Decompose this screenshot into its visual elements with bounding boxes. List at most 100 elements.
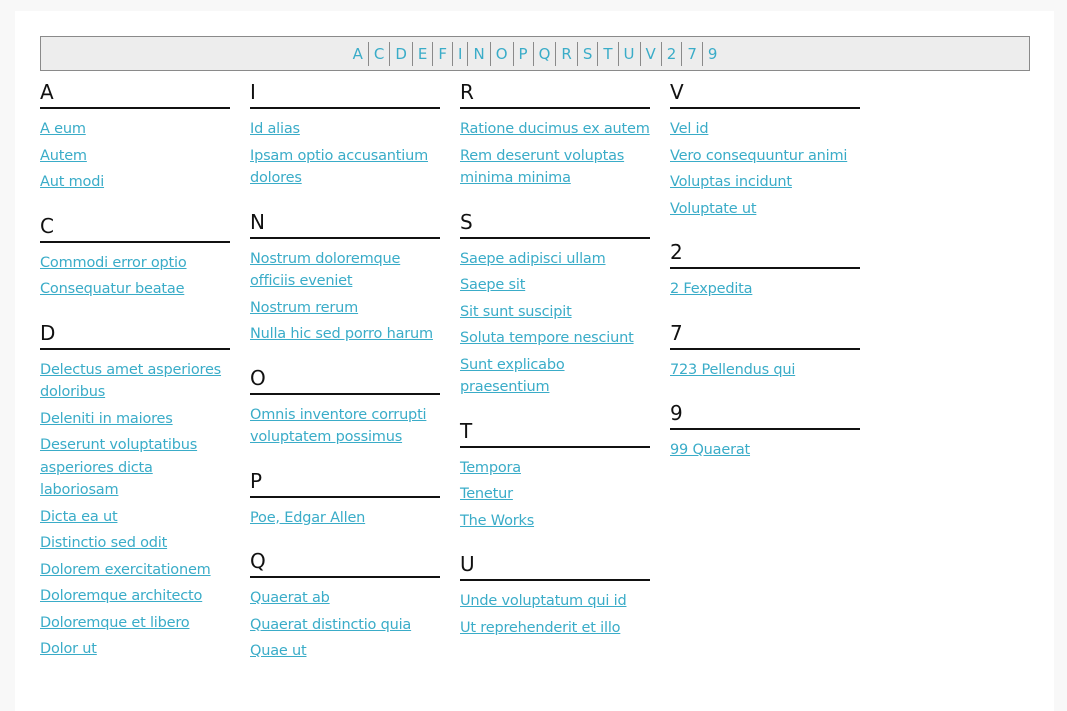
list-item: Nostrum rerum <box>250 297 440 320</box>
title-link[interactable]: Ut reprehenderit et illo <box>460 620 621 636</box>
letter-section-i: I Id alias Ipsam optio accusantium dolores <box>250 77 440 190</box>
alpha-link-e[interactable]: E <box>413 41 434 66</box>
alpha-link-i[interactable]: I <box>453 41 469 66</box>
title-link[interactable]: Quaerat ab <box>250 590 330 606</box>
section-heading: N <box>250 207 440 239</box>
title-link[interactable]: Tenetur <box>460 486 513 502</box>
list-item: Tempora <box>460 457 650 480</box>
alpha-link-f[interactable]: F <box>433 41 454 66</box>
title-link[interactable]: Sit sunt suscipit <box>460 304 572 320</box>
title-link[interactable]: Ipsam optio accusantium dolores <box>250 148 428 187</box>
list-item: Vero consequuntur animi <box>670 145 860 168</box>
title-link[interactable]: Rem deserunt voluptas minima minima <box>460 148 624 187</box>
list-item: The Works <box>460 510 650 533</box>
title-link[interactable]: Soluta tempore nesciunt <box>460 330 634 346</box>
title-list: Poe, Edgar Allen <box>250 507 440 530</box>
title-list: Saepe adipisci ullam Saepe sit Sit sunt su… <box>460 248 650 399</box>
letter-section-2: 2 2 Fexpedita <box>670 237 860 301</box>
title-link[interactable]: Quae ut <box>250 643 307 659</box>
title-link[interactable]: Doloremque architecto <box>40 588 202 604</box>
title-link[interactable]: 99 Quaerat <box>670 442 750 458</box>
title-link[interactable]: Tempora <box>460 460 521 476</box>
letter-section-n: N Nostrum doloremque officiis eveniet Nost… <box>250 207 440 346</box>
title-link[interactable]: Dolor ut <box>40 641 97 657</box>
title-list: Quaerat ab Quaerat distinctio quia Quae ut <box>250 587 440 663</box>
title-link[interactable]: Dicta ea ut <box>40 509 118 525</box>
list-item: Quaerat distinctio quia <box>250 614 440 637</box>
title-link[interactable]: Vel id <box>670 121 709 137</box>
alpha-link-r[interactable]: R <box>556 41 578 66</box>
title-link[interactable]: Dolorem exercitationem <box>40 562 211 578</box>
title-link[interactable]: Deleniti in maiores <box>40 411 173 427</box>
title-link[interactable]: Distinctio sed odit <box>40 535 167 551</box>
alpha-link-9[interactable]: 9 <box>703 42 723 66</box>
title-link[interactable]: Autem <box>40 148 87 164</box>
list-item: Rem deserunt voluptas minima minima <box>460 145 650 190</box>
section-heading: D <box>40 318 230 350</box>
list-item: Ipsam optio accusantium dolores <box>250 145 440 190</box>
list-item: Deserunt voluptatibus asperiores dicta l… <box>40 434 230 502</box>
title-link[interactable]: Aut modi <box>40 174 104 190</box>
title-list: Unde voluptatum qui id Ut reprehenderit e… <box>460 590 650 639</box>
title-link[interactable]: Delectus amet asperiores doloribus <box>40 362 221 401</box>
title-link[interactable]: Omnis inventore corrupti voluptatem poss… <box>250 407 427 446</box>
alpha-link-u[interactable]: U <box>619 41 641 66</box>
title-link[interactable]: Ratione ducimus ex autem <box>460 121 650 137</box>
letter-section-c: C Commodi error optio Consequatur beatae <box>40 211 230 301</box>
list-item: Consequatur beatae <box>40 278 230 301</box>
alpha-link-s[interactable]: S <box>578 41 599 66</box>
title-link[interactable]: Commodi error optio <box>40 255 187 271</box>
title-link[interactable]: Doloremque et libero <box>40 615 190 631</box>
letter-section-a: A A eum Autem Aut modi <box>40 77 230 194</box>
section-heading: O <box>250 363 440 395</box>
list-item: Aut modi <box>40 171 230 194</box>
alpha-link-n[interactable]: N <box>468 41 491 66</box>
alpha-link-d[interactable]: D <box>390 41 413 66</box>
list-item: Sunt explicabo praesentium <box>460 354 650 399</box>
list-item: Dolor ut <box>40 638 230 661</box>
section-heading: 7 <box>670 318 860 350</box>
title-link[interactable]: Unde voluptatum qui id <box>460 593 627 609</box>
list-item: Saepe adipisci ullam <box>460 248 650 271</box>
title-link[interactable]: Deserunt voluptatibus asperiores dicta l… <box>40 437 197 498</box>
alpha-link-t[interactable]: T <box>598 41 619 66</box>
title-link[interactable]: Vero consequuntur animi <box>670 148 847 164</box>
index-column: V Vel id Vero consequuntur animi Voluptas i… <box>670 77 860 680</box>
list-item: Vel id <box>670 118 860 141</box>
title-link[interactable]: Voluptate ut <box>670 201 757 217</box>
section-heading: I <box>250 77 440 109</box>
alpha-link-q[interactable]: Q <box>534 41 557 66</box>
alpha-link-v[interactable]: V <box>641 41 662 66</box>
alpha-link-c[interactable]: C <box>369 41 391 66</box>
alpha-link-2[interactable]: 2 <box>662 41 683 66</box>
title-link[interactable]: Quaerat distinctio quia <box>250 617 411 633</box>
title-link[interactable]: Nostrum rerum <box>250 300 358 316</box>
alpha-link-a[interactable]: A <box>348 41 369 66</box>
list-item: Commodi error optio <box>40 252 230 275</box>
letter-section-q: Q Quaerat ab Quaerat distinctio quia Quae u… <box>250 546 440 663</box>
title-link[interactable]: Poe, Edgar Allen <box>250 510 365 526</box>
title-link[interactable]: 2 Fexpedita <box>670 281 753 297</box>
title-link[interactable]: 723 Pellendus qui <box>670 362 795 378</box>
title-link[interactable]: Consequatur beatae <box>40 281 184 297</box>
title-link[interactable]: A eum <box>40 121 86 137</box>
letter-section-t: T Tempora Tenetur The Works <box>460 416 650 533</box>
alpha-link-p[interactable]: P <box>514 41 534 66</box>
section-heading: V <box>670 77 860 109</box>
title-link[interactable]: Id alias <box>250 121 300 137</box>
alpha-link-o[interactable]: O <box>491 41 514 66</box>
title-link[interactable]: The Works <box>460 513 534 529</box>
alpha-link-7[interactable]: 7 <box>682 41 703 66</box>
title-list: Id alias Ipsam optio accusantium dolores <box>250 118 440 190</box>
title-link[interactable]: Saepe sit <box>460 277 525 293</box>
title-link[interactable]: Nulla hic sed porro harum <box>250 326 433 342</box>
list-item: Omnis inventore corrupti voluptatem poss… <box>250 404 440 449</box>
list-item: 723 Pellendus qui <box>670 359 860 382</box>
title-link[interactable]: Nostrum doloremque officiis eveniet <box>250 251 400 290</box>
section-heading: A <box>40 77 230 109</box>
letter-section-u: U Unde voluptatum qui id Ut reprehenderit … <box>460 549 650 639</box>
title-link[interactable]: Voluptas incidunt <box>670 174 792 190</box>
title-link[interactable]: Saepe adipisci ullam <box>460 251 606 267</box>
title-link[interactable]: Sunt explicabo praesentium <box>460 357 565 396</box>
index-column: R Ratione ducimus ex autem Rem deserunt vo… <box>460 77 650 680</box>
